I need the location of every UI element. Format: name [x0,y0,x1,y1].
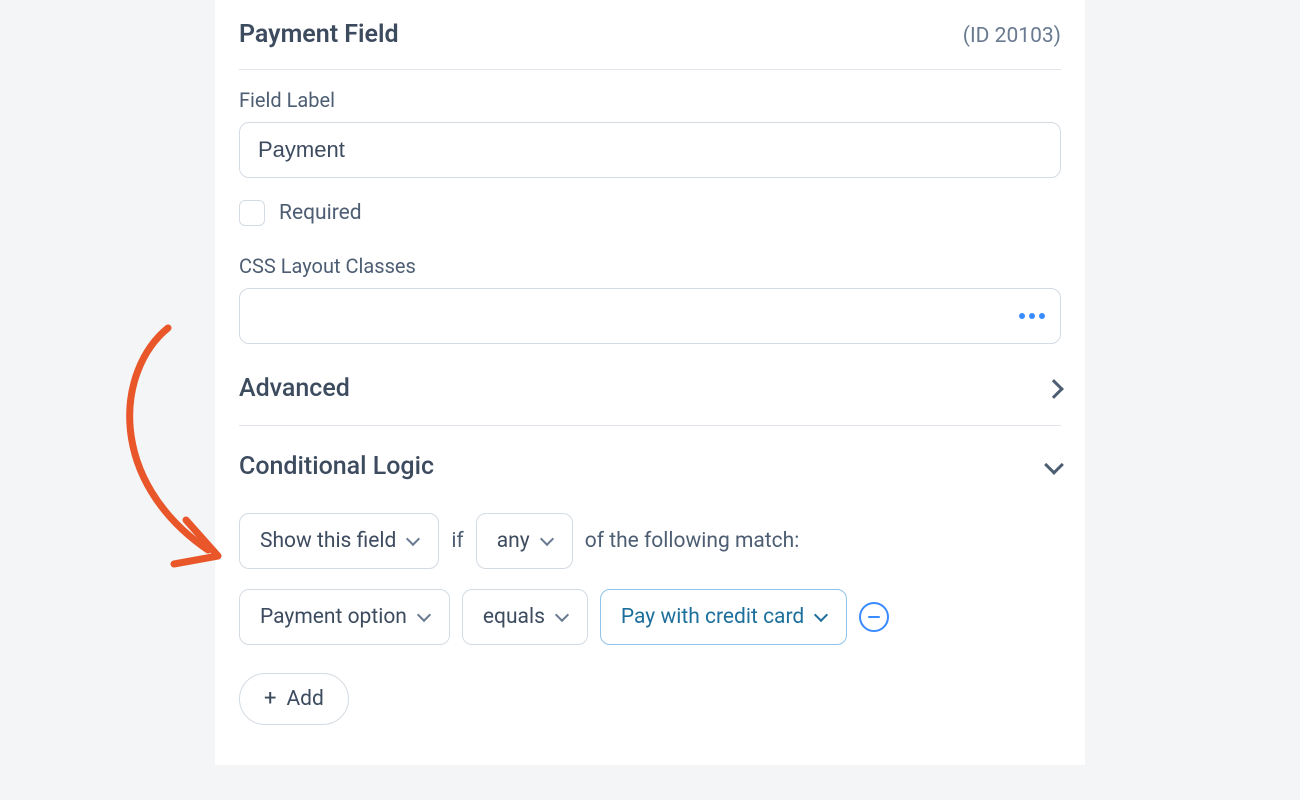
minus-icon [868,616,880,619]
advanced-section-toggle[interactable]: Advanced [239,344,1061,425]
dot-icon [1029,313,1035,319]
field-id: (ID 20103) [963,24,1061,48]
remove-rule-button[interactable] [859,602,889,632]
css-classes-input[interactable] [239,288,1061,344]
logic-action-value: Show this field [260,529,396,553]
css-classes-caption: CSS Layout Classes [239,254,1061,278]
rule-operator-value: equals [483,605,545,629]
required-row: Required [239,200,1061,226]
chevron-down-icon [555,608,569,622]
field-label-input[interactable] [239,122,1061,178]
logic-match-value: any [497,529,530,553]
field-label-caption: Field Label [239,88,1061,112]
required-label: Required [279,201,362,225]
logic-tail-text: of the following match: [585,529,800,553]
conditional-title: Conditional Logic [239,452,434,481]
rule-value-text: Pay with credit card [621,605,804,629]
panel-title: Payment Field [239,20,399,49]
dot-icon [1039,313,1045,319]
rule-field-select[interactable]: Payment option [239,589,450,645]
chevron-down-icon [406,532,420,546]
logic-match-select[interactable]: any [476,513,573,569]
dot-icon [1019,313,1025,319]
panel-header: Payment Field (ID 20103) [239,0,1061,69]
chevron-down-icon [814,608,828,622]
required-checkbox[interactable] [239,200,265,226]
chevron-down-icon [417,608,431,622]
logic-sentence-row: Show this field if any of the following … [239,513,1061,569]
logic-action-select[interactable]: Show this field [239,513,439,569]
add-rule-button[interactable]: + Add [239,673,349,725]
logic-rule-row: Payment option equals Pay with credit ca… [239,589,1061,645]
field-label-group: Field Label [239,88,1061,178]
conditional-logic-body: Show this field if any of the following … [239,489,1061,725]
chevron-right-icon [1044,379,1064,399]
rule-value-select[interactable]: Pay with credit card [600,589,847,645]
divider [239,69,1061,70]
conditional-section-toggle[interactable]: Conditional Logic [239,426,1061,489]
rule-field-value: Payment option [260,605,407,629]
add-rule-label: Add [286,687,323,711]
chevron-down-icon [540,532,554,546]
plus-icon: + [264,688,276,710]
css-classes-group: CSS Layout Classes [239,254,1061,344]
css-classes-picker-button[interactable] [1019,313,1045,319]
field-settings-panel: Payment Field (ID 20103) Field Label Req… [215,0,1085,765]
rule-operator-select[interactable]: equals [462,589,588,645]
chevron-down-icon [1044,455,1064,475]
advanced-title: Advanced [239,374,350,403]
logic-if-text: if [451,529,463,553]
